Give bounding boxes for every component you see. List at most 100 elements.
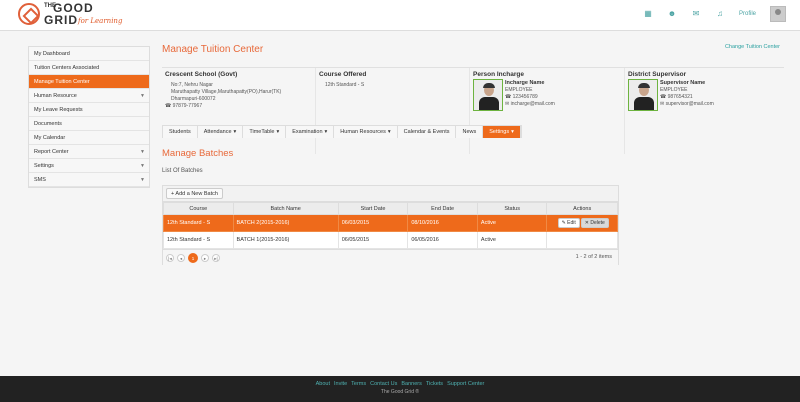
sidebar-item[interactable]: SMS ▼: [29, 173, 149, 187]
incharge-role: EMPLOYEE: [505, 87, 533, 93]
cell-start: 06/03/2015: [337, 214, 409, 232]
tab-item[interactable]: Attendance ▾: [197, 126, 244, 138]
incharge-photo: [473, 79, 503, 111]
top-bar: THE GOOD GRID for Learning ▦ ☻ ✉ ♫ Profi…: [0, 0, 800, 31]
profile-link[interactable]: Profile: [739, 11, 756, 17]
footer-link[interactable]: Support Center: [447, 381, 484, 387]
sidebar-item-label: Settings: [34, 163, 54, 169]
tab-label: Settings: [489, 129, 510, 135]
chevron-down-icon: ▾: [276, 129, 280, 135]
sidebar-item-label: Manage Tuition Center: [34, 79, 90, 85]
sidebar-item[interactable]: Manage Tuition Center: [29, 75, 149, 89]
logo-icon: [18, 3, 40, 25]
sidebar-item[interactable]: My Dashboard: [29, 47, 149, 61]
chevron-down-icon: ▾: [233, 129, 237, 135]
sidebar-item[interactable]: Report Center ▼: [29, 145, 149, 159]
tab-item[interactable]: Students: [163, 126, 198, 138]
sidebar-item-label: Documents: [34, 121, 62, 127]
sidebar-item-label: My Calendar: [34, 135, 66, 141]
footer-link[interactable]: Banners: [401, 381, 422, 387]
tab-item[interactable]: Human Resources ▾: [334, 126, 398, 138]
tab-label: News: [462, 129, 477, 135]
column-header[interactable]: Course: [163, 202, 234, 215]
sidebar-item[interactable]: My Calendar: [29, 131, 149, 145]
supervisor-phone: 987654321: [667, 94, 693, 100]
tab-label: Calendar & Events: [403, 129, 450, 135]
center-details: Crescent School (Govt) No:7, Nehru Nagar…: [162, 68, 316, 154]
page-title: Manage Tuition Center: [162, 44, 264, 55]
person-incharge: Person Incharge Incharge Name EMPLOYEE ☎…: [470, 68, 625, 154]
sidebar-item[interactable]: Human Resource ▼: [29, 89, 149, 103]
tab-item[interactable]: Calendar & Events: [397, 126, 457, 138]
footer: About Invite Terms Contact Us Banners Tickets…: [0, 376, 800, 402]
chevron-down-icon: ▼: [140, 93, 145, 99]
column-header[interactable]: Start Date: [337, 202, 409, 215]
footer-link[interactable]: Terms: [351, 381, 366, 387]
change-tuition-center-link[interactable]: Change Tuition Center: [725, 44, 780, 50]
footer-link[interactable]: Tickets: [426, 381, 443, 387]
sidebar-item[interactable]: My Leave Requests: [29, 103, 149, 117]
chevron-down-icon: ▾: [511, 129, 514, 135]
chevron-down-icon: ▾: [324, 129, 328, 135]
supervisor-role: EMPLOYEE: [660, 87, 688, 93]
footer-link[interactable]: About: [316, 381, 330, 387]
users-icon[interactable]: ☻: [667, 9, 677, 19]
sidebar-item-label: SMS: [34, 177, 46, 183]
tab-item[interactable]: TimeTable ▾: [243, 126, 287, 138]
cell-course: 12th Standard - S: [163, 214, 234, 232]
batch-table: Course Batch Name Start Date End Date Status…: [163, 202, 618, 249]
avatar[interactable]: [770, 6, 786, 22]
logo-tagline: for Learning: [78, 17, 123, 25]
current-page[interactable]: 1: [188, 252, 198, 263]
sidebar-item-label: Report Center: [34, 149, 69, 155]
sidebar-item[interactable]: Settings ▼: [29, 159, 149, 173]
logo[interactable]: THE GOOD GRID for Learning: [18, 1, 143, 31]
tab-item[interactable]: Examination ▾: [286, 126, 335, 138]
pager: |◂ ◂ 1 ▸ ▸| 1 - 2 of 2 items: [163, 249, 618, 265]
sidebar-item[interactable]: Tuition Centers Associated: [29, 61, 149, 75]
supervisor-email[interactable]: supervisor@mail.com: [666, 101, 714, 107]
table-row[interactable]: 12th Standard - S BATCH 1(2015-2016) 06/05…: [163, 231, 618, 249]
cell-end: 06/05/2016: [407, 231, 478, 249]
sidebar-item[interactable]: Documents: [29, 117, 149, 131]
top-icons: ▦ ☻ ✉ ♫ Profile: [643, 6, 786, 22]
tab-label: Students: [169, 129, 191, 135]
column-header[interactable]: Actions: [546, 202, 618, 215]
column-header[interactable]: End Date: [407, 202, 478, 215]
footer-copyright: The Good Grid ®: [380, 389, 420, 395]
tab-item[interactable]: Settings ▾: [483, 126, 521, 138]
chevron-down-icon: ▼: [140, 177, 145, 183]
phone-icon: ☎: [165, 103, 173, 109]
grid-icon[interactable]: ▦: [643, 9, 653, 19]
footer-links: About Invite Terms Contact Us Banners Tickets…: [0, 376, 800, 387]
footer-link[interactable]: Invite: [334, 381, 347, 387]
bell-icon[interactable]: ♫: [715, 9, 725, 19]
add-batch-button[interactable]: + Add a New Batch: [166, 188, 223, 199]
column-header[interactable]: Status: [476, 202, 548, 215]
incharge-email[interactable]: incharge@mail.com: [511, 101, 555, 107]
tab-label: Attendance: [203, 129, 232, 135]
supervisor-heading: District Supervisor: [628, 71, 687, 78]
edit-button[interactable]: ✎ Edit: [557, 218, 580, 228]
incharge-name: Incharge Name: [505, 80, 545, 86]
grid-toolbar: + Add a New Batch: [163, 186, 618, 202]
first-page-icon[interactable]: |◂: [166, 253, 174, 262]
incharge-heading: Person Incharge: [473, 71, 524, 78]
sidebar: My Dashboard Tuition Centers Associated Ma…: [28, 46, 150, 188]
cell-batch: BATCH 2(2015-2016): [232, 214, 339, 232]
delete-button[interactable]: ✕ Delete: [580, 218, 609, 228]
table-row[interactable]: 12th Standard - S BATCH 2(2015-2016) 06/03…: [163, 214, 618, 232]
course-value: 12th Standard - S: [325, 82, 365, 88]
cell-batch: BATCH 1(2015-2016): [232, 231, 339, 249]
tab-label: TimeTable: [249, 129, 275, 135]
phone-icon: ☎: [660, 94, 668, 100]
prev-page-icon[interactable]: ◂: [177, 253, 185, 262]
district-supervisor: District Supervisor Supervisor Name EMPL…: [625, 68, 784, 154]
mail-icon[interactable]: ✉: [691, 9, 701, 19]
tab-item[interactable]: News: [456, 126, 484, 138]
course-offered: Course Offered 12th Standard - S: [316, 68, 470, 154]
column-header[interactable]: Batch Name: [232, 202, 339, 215]
footer-link[interactable]: Contact Us: [370, 381, 397, 387]
next-page-icon[interactable]: ▸: [201, 253, 209, 262]
last-page-icon[interactable]: ▸|: [212, 253, 220, 262]
